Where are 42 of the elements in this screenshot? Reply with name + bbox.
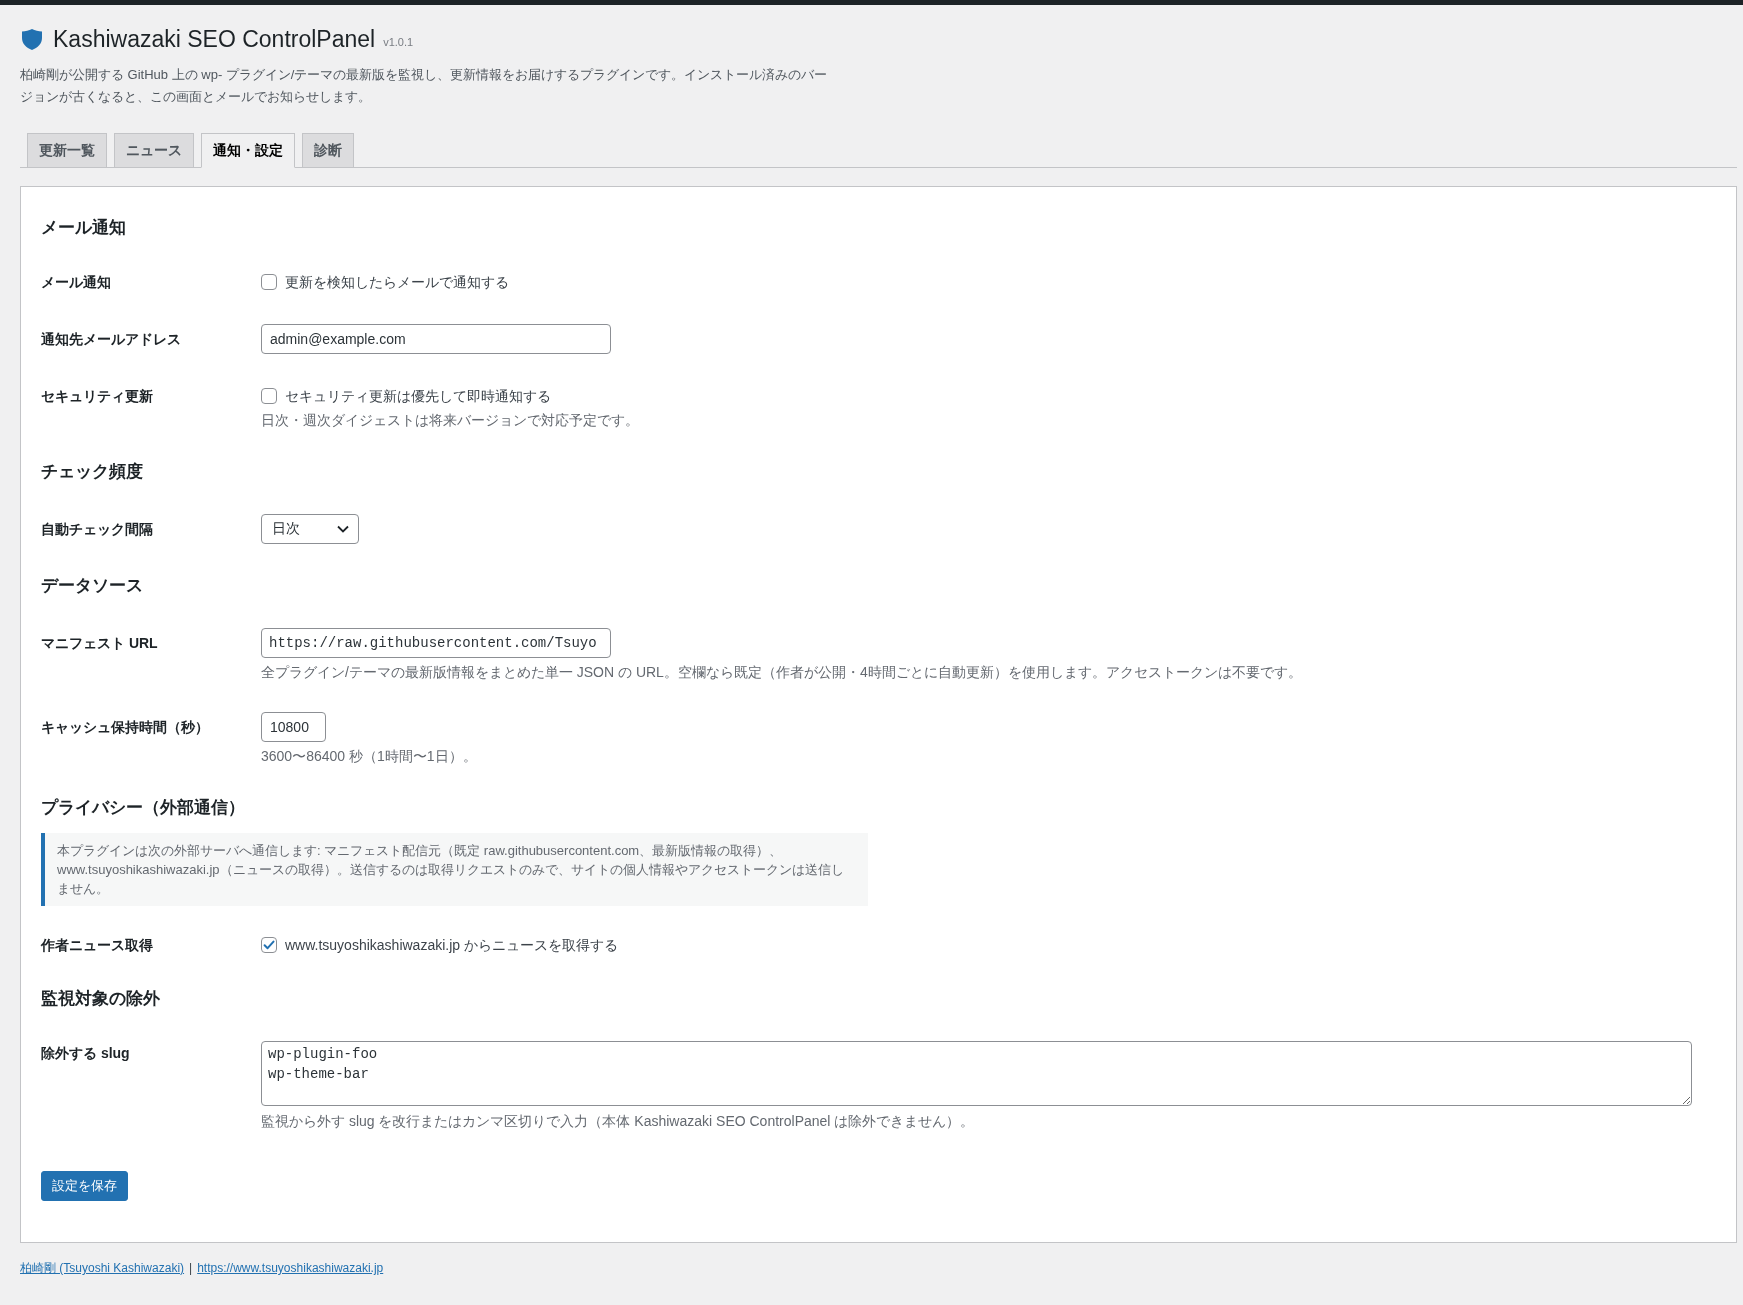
privacy-notice: 本プラグインは次の外部サーバへ通信します: マニフェスト配信元（既定 raw.githubusercontent.com、最新版情報の取得）、www.tsuyoshikashiwazaki.jp（ニュースの取得）。送信するのは取得リクエストのみで、サイトの個人情報やアクセストークンは送信しません。 (41, 833, 868, 906)
page-title: Kashiwazaki SEO ControlPanel (53, 25, 376, 54)
section-heading: プライバシー（外部通信） (41, 797, 246, 819)
section-heading: メール通知 (41, 217, 127, 239)
field-label: セキュリティ更新 (41, 387, 154, 406)
section-heading: 監視対象の除外 (41, 988, 161, 1010)
section-heading: チェック頻度 (41, 461, 144, 483)
shield-icon (22, 28, 42, 50)
checkbox[interactable] (261, 274, 277, 290)
field-label: 通知先メールアドレス (41, 330, 182, 349)
footer-link[interactable]: https://www.tsuyoshikashiwazaki.jp (197, 1261, 384, 1275)
field-label: キャッシュ保持時間（秒） (41, 718, 210, 737)
checkbox-label[interactable]: 更新を検知したらメールで通知する (285, 270, 509, 294)
section-heading: データソース (41, 575, 144, 597)
plugin-description: 柏崎剛が公開する GitHub 上の wp- プラグイン/テーマの最新版を監視し、更新情報をお届けするプラグインです。インストール済みのバージョンが古くなると、この画面とメールでお知らせします。 (20, 66, 829, 106)
checkbox-label[interactable]: www.tsuyoshikashiwazaki.jp からニュースを取得する (285, 933, 618, 957)
footer-link[interactable]: 柏崎剛 (Tsuyoshi Kashiwazaki) (20, 1261, 185, 1275)
textarea-field[interactable]: wp-plugin-foo wp-theme-bar (261, 1041, 1692, 1106)
tab[interactable]: 通知・設定 (201, 133, 295, 168)
checkbox[interactable] (261, 388, 277, 404)
field-description: 全プラグイン/テーマの最新版情報をまとめた単一 JSON の URL。空欄なら既定（作者が公開・4時間ごとに自動更新）を使用します。アクセストークンは不要です。 (261, 663, 1303, 682)
dropdown[interactable]: 日次 (261, 514, 359, 544)
field-label: 除外する slug (41, 1044, 131, 1063)
chevron-down-icon (337, 525, 349, 533)
input-field[interactable]: https://raw.githubusercontent.com/Tsuyo (261, 628, 611, 658)
tab[interactable]: 更新一覧 (27, 133, 107, 167)
input-field[interactable]: admin@example.com (261, 324, 611, 354)
field-label: マニフェスト URL (41, 634, 159, 653)
save-button[interactable]: 設定を保存 (41, 1171, 128, 1201)
field-description: 監視から外す slug を改行またはカンマ区切りで入力（本体 Kashiwazaki SEO ControlPanel は除外できません）。 (261, 1112, 976, 1131)
field-description: 日次・週次ダイジェストは将来バージョンで対応予定です。 (261, 411, 640, 430)
field-label: 作者ニュース取得 (41, 936, 154, 955)
version-label: v1.0.1 (383, 34, 414, 48)
tab[interactable]: 診断 (302, 133, 354, 167)
footer-separator: | (189, 1261, 193, 1275)
tab[interactable]: ニュース (114, 133, 194, 167)
input-field[interactable]: 10800 (261, 712, 326, 742)
field-label: 自動チェック間隔 (41, 520, 154, 539)
field-label: メール通知 (41, 273, 112, 292)
checkbox[interactable] (261, 937, 277, 953)
field-description: 3600〜86400 秒（1時間〜1日）。 (261, 747, 478, 766)
checkbox-label[interactable]: セキュリティ更新は優先して即時通知する (285, 384, 551, 408)
